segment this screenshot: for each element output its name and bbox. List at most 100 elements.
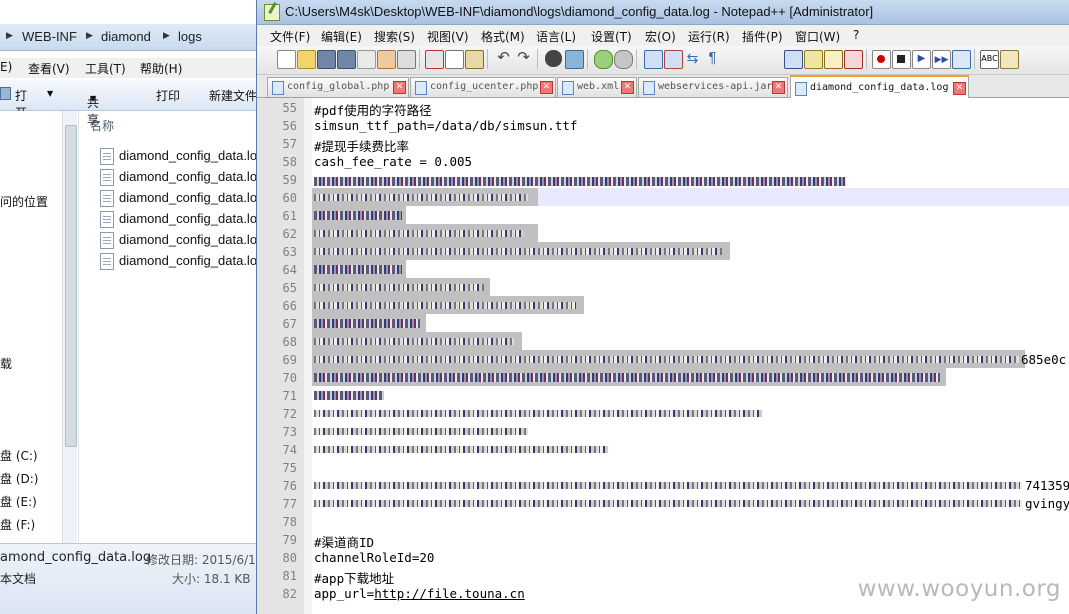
menu-edit[interactable]: E) bbox=[0, 60, 12, 74]
redacted-text bbox=[314, 338, 514, 345]
user-language-icon[interactable] bbox=[804, 50, 823, 69]
redacted-text bbox=[314, 302, 576, 309]
line-number: 59 bbox=[282, 173, 297, 187]
tab-config-ucenter[interactable]: config_ucenter.php ✕ bbox=[410, 77, 556, 97]
close-icon[interactable]: ✕ bbox=[953, 82, 966, 95]
toolbar-separator bbox=[974, 49, 975, 69]
nav-item-drive-e[interactable]: 盘 (E:) bbox=[0, 493, 37, 510]
menu-plugins[interactable]: 插件(P) bbox=[742, 28, 783, 45]
nav-item-downloads[interactable]: 载 bbox=[0, 355, 12, 372]
sync-vertical-icon[interactable] bbox=[644, 50, 663, 69]
save-icon[interactable] bbox=[317, 50, 336, 69]
app-url-link[interactable]: http://file.touna.cn bbox=[374, 586, 525, 601]
document-map-icon[interactable] bbox=[844, 50, 863, 69]
tab-web-xml[interactable]: web.xml ✕ bbox=[557, 77, 637, 97]
spell-check-options-icon[interactable] bbox=[1000, 50, 1019, 69]
menu-window[interactable]: 窗口(W) bbox=[795, 28, 840, 45]
close-icon[interactable]: ✕ bbox=[772, 81, 785, 94]
zoom-out-icon[interactable] bbox=[614, 50, 633, 69]
line-number: 82 bbox=[282, 587, 297, 601]
file-list-item[interactable]: diamond_config_data.log bbox=[100, 251, 262, 271]
open-file-icon[interactable] bbox=[297, 50, 316, 69]
save-all-icon[interactable] bbox=[337, 50, 356, 69]
title-bar[interactable]: C:\Users\M4sk\Desktop\WEB-INF\diamond\lo… bbox=[257, 0, 1069, 25]
spell-check-icon[interactable]: ABC bbox=[980, 50, 999, 69]
paste-icon[interactable] bbox=[465, 50, 484, 69]
nav-item-drive-f[interactable]: 盘 (F:) bbox=[0, 516, 35, 533]
breadcrumb-diamond[interactable]: diamond bbox=[101, 29, 151, 44]
breadcrumb-logs[interactable]: logs bbox=[178, 29, 202, 44]
nav-item-drive-d[interactable]: 盘 (D:) bbox=[0, 470, 38, 487]
stop-macro-icon[interactable] bbox=[892, 50, 911, 69]
function-list-icon[interactable] bbox=[824, 50, 843, 69]
code-line-58: cash_fee_rate = 0.005 bbox=[314, 154, 473, 169]
close-icon[interactable]: ✕ bbox=[621, 81, 634, 94]
close-all-icon[interactable] bbox=[377, 50, 396, 69]
fold-margin bbox=[304, 98, 312, 614]
copy-icon[interactable] bbox=[445, 50, 464, 69]
document-tabs: config_global.php ✕ config_ucenter.php ✕… bbox=[257, 75, 1069, 99]
text-editor[interactable]: 55 56 57 58 59 60 61 62 63 64 65 66 67 6… bbox=[257, 98, 1069, 614]
breadcrumb-web-inf[interactable]: WEB-INF bbox=[22, 29, 77, 44]
menu-view[interactable]: 查看(V) bbox=[28, 60, 70, 77]
line-number: 66 bbox=[282, 299, 297, 313]
menu-help[interactable]: ? bbox=[853, 28, 859, 42]
menu-edit[interactable]: 编辑(E) bbox=[321, 28, 362, 45]
file-list-item[interactable]: diamond_config_data.log bbox=[100, 167, 262, 187]
document-icon bbox=[272, 81, 284, 95]
tab-config-global[interactable]: config_global.php ✕ bbox=[267, 77, 409, 97]
redo-icon[interactable]: ↷ bbox=[515, 50, 532, 67]
find-icon[interactable] bbox=[545, 50, 562, 67]
close-file-icon[interactable] bbox=[357, 50, 376, 69]
menu-file[interactable]: 文件(F) bbox=[270, 28, 310, 45]
menu-run[interactable]: 运行(R) bbox=[688, 28, 730, 45]
tab-webservices-api-jar[interactable]: webservices-api.jar ✕ bbox=[638, 77, 788, 97]
line-number: 67 bbox=[282, 317, 297, 331]
close-icon[interactable]: ✕ bbox=[540, 81, 553, 94]
code-line-79: #渠道商ID bbox=[314, 535, 375, 550]
menu-tools[interactable]: 工具(T) bbox=[85, 60, 126, 77]
sync-horizontal-icon[interactable] bbox=[664, 50, 683, 69]
run-macro-multiple-icon[interactable]: ▶▶ bbox=[932, 50, 951, 69]
text-file-icon bbox=[100, 253, 114, 270]
cut-icon[interactable] bbox=[425, 50, 444, 69]
word-wrap-icon[interactable]: ⇆ bbox=[684, 50, 701, 67]
replace-icon[interactable] bbox=[565, 50, 584, 69]
column-header-name[interactable]: 名称 bbox=[90, 117, 114, 134]
line-number: 61 bbox=[282, 209, 297, 223]
redacted-text bbox=[314, 500, 1022, 507]
indent-guide-icon[interactable] bbox=[784, 50, 803, 69]
close-icon[interactable]: ✕ bbox=[393, 81, 406, 94]
menu-search[interactable]: 搜索(S) bbox=[374, 28, 415, 45]
print-icon[interactable] bbox=[397, 50, 416, 69]
menu-view[interactable]: 视图(V) bbox=[427, 28, 469, 45]
file-list-item[interactable]: diamond_config_data.log bbox=[100, 146, 262, 166]
undo-icon[interactable]: ↶ bbox=[495, 50, 512, 67]
scrollbar-thumb[interactable] bbox=[65, 125, 77, 447]
show-all-characters-icon[interactable]: ¶ bbox=[704, 50, 721, 67]
nav-item-drive-c[interactable]: 盘 (C:) bbox=[0, 447, 38, 464]
file-list-item[interactable]: diamond_config_data.log bbox=[100, 188, 262, 208]
record-macro-icon[interactable] bbox=[872, 50, 891, 69]
play-macro-icon[interactable]: ▶ bbox=[912, 50, 931, 69]
redacted-text bbox=[314, 284, 484, 291]
tab-diamond-config-data-log[interactable]: diamond_config_data.log ✕ bbox=[790, 75, 969, 99]
save-macro-icon[interactable] bbox=[952, 50, 971, 69]
menu-settings[interactable]: 设置(T) bbox=[591, 28, 632, 45]
nav-scrollbar[interactable] bbox=[62, 111, 77, 543]
new-file-icon[interactable] bbox=[277, 50, 296, 69]
print-button[interactable]: 打印 bbox=[156, 87, 180, 104]
line-number: 77 bbox=[282, 497, 297, 511]
document-icon bbox=[795, 82, 807, 96]
file-list-item[interactable]: diamond_config_data.log bbox=[100, 230, 262, 250]
menu-language[interactable]: 语言(L) bbox=[536, 28, 576, 45]
nav-item-recent-places[interactable]: 问的位置 bbox=[0, 193, 48, 210]
text-file-icon bbox=[100, 148, 114, 165]
menu-macro[interactable]: 宏(O) bbox=[645, 28, 676, 45]
menu-format[interactable]: 格式(M) bbox=[481, 28, 525, 45]
file-list-item[interactable]: diamond_config_data.log bbox=[100, 209, 262, 229]
menu-help[interactable]: 帮助(H) bbox=[140, 60, 182, 77]
zoom-in-icon[interactable] bbox=[594, 50, 613, 69]
address-bar[interactable]: ▶ WEB-INF ▶ diamond ▶ logs bbox=[0, 24, 262, 51]
new-folder-button[interactable]: 新建文件 bbox=[209, 87, 257, 104]
